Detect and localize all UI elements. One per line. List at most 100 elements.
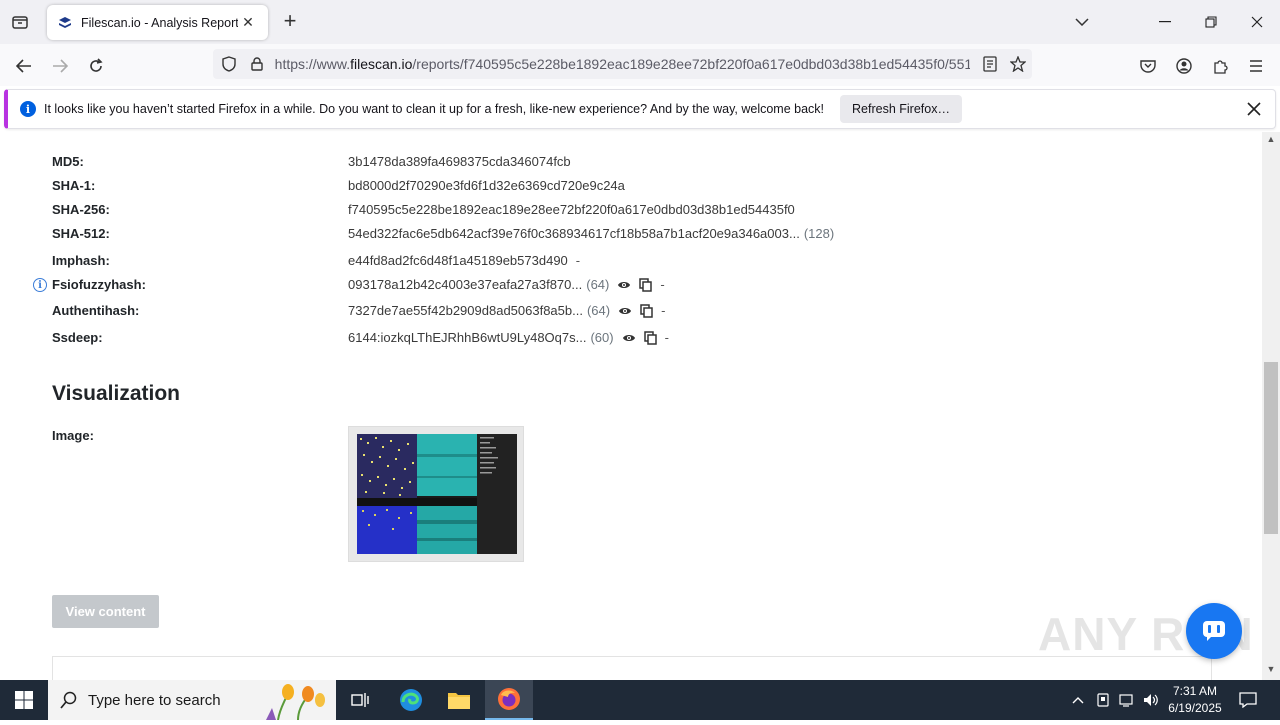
close-window-icon[interactable] xyxy=(1234,0,1280,44)
back-arrow-icon[interactable] xyxy=(10,52,38,80)
taskbar-search-box[interactable]: Type here to search xyxy=(48,680,336,721)
url-prefix: https://www. xyxy=(274,56,351,72)
lock-icon[interactable] xyxy=(243,50,271,78)
close-notification-icon[interactable] xyxy=(1243,98,1265,120)
copy-icon[interactable] xyxy=(640,303,653,318)
hash-length: (64) xyxy=(586,303,611,318)
task-view-icon[interactable] xyxy=(336,680,384,720)
scroll-down-arrow-icon[interactable]: ▼ xyxy=(1266,664,1276,676)
file-explorer-icon[interactable] xyxy=(435,680,483,720)
hash-length: (128) xyxy=(803,226,835,241)
extensions-icon[interactable] xyxy=(1206,52,1234,80)
hash-value[interactable]: bd8000d2f70290e3fd6f1d32e6369cd720e9c24a xyxy=(348,178,625,193)
hash-length: (60) xyxy=(590,330,614,345)
hash-row-ssdeep: Ssdeep: 6144:iozkqLThEJRhhB6wtU9Ly48Oq7s… xyxy=(0,330,1262,352)
hash-row-sha256: SHA-256: f740595c5e228be1892eac189e28ee7… xyxy=(0,202,1262,224)
hash-value[interactable]: e44fd8ad2fc6d48f1a45189eb573d490 xyxy=(348,253,568,268)
eye-icon[interactable] xyxy=(622,333,636,343)
hash-dash: - xyxy=(575,253,581,268)
hash-length: (64) xyxy=(586,277,610,292)
firefox-taskbar-icon[interactable] xyxy=(485,680,533,720)
hash-label: MD5: xyxy=(52,154,84,169)
navigation-bar: https://www.filescan.io/reports/f740595c… xyxy=(0,44,1280,86)
copy-icon[interactable] xyxy=(639,277,653,292)
firefox-view-icon[interactable] xyxy=(8,10,32,34)
hash-label: Authentihash: xyxy=(52,303,140,318)
hash-value[interactable]: 093178a12b42c4003e37eafa27a3f870... xyxy=(348,277,582,292)
visualization-heading: Visualization xyxy=(52,382,180,405)
scroll-thumb[interactable] xyxy=(1264,362,1278,534)
bookmark-star-icon[interactable] xyxy=(1004,50,1032,78)
new-tab-icon[interactable]: + xyxy=(278,10,302,34)
eye-icon[interactable] xyxy=(617,280,631,290)
hash-label: SHA-512: xyxy=(52,226,110,241)
page-content: MD5: 3b1478da389fa4698375cda346074fcb SH… xyxy=(0,132,1262,680)
edge-browser-icon[interactable] xyxy=(387,680,435,720)
hash-label: Fsiofuzzyhash: xyxy=(52,277,146,292)
hash-value[interactable]: 3b1478da389fa4698375cda346074fcb xyxy=(348,154,571,169)
close-tab-icon[interactable]: ✕ xyxy=(238,13,258,33)
device-icon[interactable] xyxy=(1092,680,1114,720)
hash-row-md5: MD5: 3b1478da389fa4698375cda346074fcb xyxy=(0,154,1262,176)
hash-dash: - xyxy=(661,303,666,318)
view-content-button[interactable]: View content xyxy=(52,595,159,628)
chevron-down-icon[interactable] xyxy=(1070,10,1094,34)
tab-title: Filescan.io - Analysis Report for xyxy=(81,15,238,30)
clock-date: 6/19/2025 xyxy=(1168,701,1222,715)
notification-center-icon[interactable] xyxy=(1234,680,1262,720)
menu-hamburger-icon[interactable] xyxy=(1242,52,1270,80)
windows-start-icon[interactable] xyxy=(0,680,48,720)
tab-strip: Filescan.io - Analysis Report for ✕ + xyxy=(0,0,1280,44)
info-icon: i xyxy=(20,101,36,117)
scroll-up-arrow-icon[interactable]: ▲ xyxy=(1266,134,1276,146)
hash-value-group: e44fd8ad2fc6d48f1a45189eb573d490 - xyxy=(348,253,580,268)
active-tab[interactable]: Filescan.io - Analysis Report for ✕ xyxy=(47,5,268,40)
hash-label: SHA-256: xyxy=(52,202,110,217)
hash-row-sha512: SHA-512: 54ed322fac6e5db642acf39e76f0c36… xyxy=(0,226,1262,248)
refresh-firefox-button[interactable]: Refresh Firefox… xyxy=(840,95,962,123)
restore-icon[interactable] xyxy=(1188,0,1234,44)
filescan-favicon-icon xyxy=(57,15,73,31)
clock-time: 7:31 AM xyxy=(1172,684,1218,698)
minimize-icon[interactable] xyxy=(1142,0,1188,44)
reader-view-icon[interactable] xyxy=(976,50,1004,78)
search-icon xyxy=(60,691,78,709)
hash-value[interactable]: 54ed322fac6e5db642acf39e76f0c368934617cf… xyxy=(348,226,800,241)
hash-row-fsiofuzzyhash: i Fsiofuzzyhash: 093178a12b42c4003e37eaf… xyxy=(0,277,1262,299)
hash-value[interactable]: 6144:iozkqLThEJRhhB6wtU9Ly48Oq7s... xyxy=(348,330,586,345)
volume-icon[interactable] xyxy=(1140,680,1162,720)
chat-icon[interactable] xyxy=(1186,603,1242,659)
account-icon[interactable] xyxy=(1170,52,1198,80)
hash-value[interactable]: 7327de7ae55f42b2909d8ad5063f8a5b... xyxy=(348,303,583,318)
reload-icon[interactable] xyxy=(82,52,110,80)
network-icon[interactable] xyxy=(1116,680,1138,720)
hash-value-group: 093178a12b42c4003e37eafa27a3f870... (64)… xyxy=(348,277,665,292)
hash-label: Imphash: xyxy=(52,253,110,268)
info-circle-icon[interactable]: i xyxy=(33,278,47,292)
file-visualization-image[interactable] xyxy=(348,426,524,562)
copy-icon[interactable] xyxy=(643,330,657,345)
shield-icon[interactable] xyxy=(215,50,243,78)
search-placeholder: Type here to search xyxy=(88,691,221,709)
url-text[interactable]: https://www.filescan.io/reports/f740595c… xyxy=(275,56,971,72)
refresh-firefox-notification: i It looks like you haven’t started Fire… xyxy=(4,89,1276,129)
tray-overflow-chevron-icon[interactable] xyxy=(1068,680,1088,720)
image-label: Image: xyxy=(52,428,94,443)
forward-arrow-icon[interactable] xyxy=(46,52,74,80)
pocket-icon[interactable] xyxy=(1134,52,1162,80)
eye-icon[interactable] xyxy=(618,306,632,316)
windows-taskbar: Type here to search 7:31 AM 6/19/2025 xyxy=(0,680,1280,721)
url-bar[interactable]: https://www.filescan.io/reports/f740595c… xyxy=(213,49,1032,79)
hash-value-group: 6144:iozkqLThEJRhhB6wtU9Ly48Oq7s... (60)… xyxy=(348,330,669,345)
page-scrollbar[interactable]: ▲ ▼ xyxy=(1262,132,1280,680)
taskbar-clock[interactable]: 7:31 AM 6/19/2025 xyxy=(1160,683,1230,717)
url-path: /reports/f740595c5e228be1892eac189e28ee7… xyxy=(412,56,971,72)
hash-row-authentihash: Authentihash: 7327de7ae55f42b2909d8ad506… xyxy=(0,303,1262,325)
hash-row-sha1: SHA-1: bd8000d2f70290e3fd6f1d32e6369cd72… xyxy=(0,178,1262,200)
hash-row-imphash: Imphash: e44fd8ad2fc6d48f1a45189eb573d49… xyxy=(0,253,1262,275)
search-highlight-flowers-icon xyxy=(258,682,334,725)
hash-label: SHA-1: xyxy=(52,178,96,193)
hash-value[interactable]: f740595c5e228be1892eac189e28ee72bf220f0a… xyxy=(348,202,795,217)
hash-dash: - xyxy=(664,330,669,345)
hash-label: Ssdeep: xyxy=(52,330,103,345)
